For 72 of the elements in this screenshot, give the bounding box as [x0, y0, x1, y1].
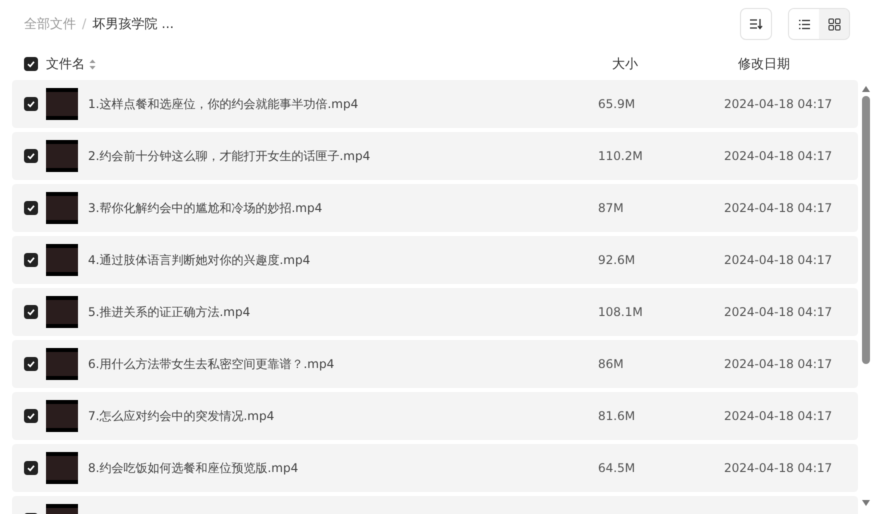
- file-name: 7.怎么应对约会中的突发情况.mp4: [88, 408, 276, 424]
- check-icon: [26, 151, 36, 161]
- check-icon: [26, 411, 36, 421]
- scroll-up-icon[interactable]: [862, 86, 870, 92]
- check-icon: [26, 203, 36, 213]
- file-row[interactable]: 5.推进关系的证正确方法.mp4 108.1M 2024-04-18 04:17: [12, 288, 858, 336]
- file-row[interactable]: 7.怎么应对约会中的突发情况.mp4 81.6M 2024-04-18 04:17: [12, 392, 858, 440]
- modified-date: 2024-04-18 04:17: [724, 149, 832, 163]
- modified-date: 2024-04-18 04:17: [724, 461, 832, 475]
- modified-date: 2024-04-18 04:17: [724, 253, 832, 267]
- file-row[interactable]: 4.通过肢体语言判断她对你的兴趣度.mp4 92.6M 2024-04-18 04:17: [12, 236, 858, 284]
- column-header[interactable]: 修改日期: [738, 55, 790, 73]
- video-thumbnail: [46, 192, 78, 224]
- modified-date: 2024-04-18 04:17: [724, 357, 832, 371]
- grid-view-button[interactable]: [819, 9, 849, 39]
- modified-date: 2024-04-18 04:17: [724, 201, 832, 215]
- file-size: 108.1M: [598, 305, 644, 319]
- checkbox[interactable]: [24, 253, 38, 267]
- file-size: 92.6M: [598, 253, 636, 267]
- file-name: 8.约会吃饭如何选餐和座位预览版.mp4: [88, 460, 300, 476]
- breadcrumb-separator: /: [82, 16, 86, 32]
- video-thumbnail: [46, 88, 78, 120]
- video-thumbnail: [46, 296, 78, 328]
- checkbox[interactable]: [24, 97, 38, 111]
- file-row[interactable]: 3.帮你化解约会中的尴尬和冷场的妙招.mp4 87M 2024-04-18 04:17: [12, 184, 858, 232]
- checkbox[interactable]: [24, 201, 38, 215]
- modified-date: 2024-04-18 04:17: [724, 305, 832, 319]
- file-name: 2.约会前十分钟这么聊，才能打开女生的话匣子.mp4: [88, 148, 372, 164]
- modified-date: 2024-04-18 04:17: [724, 97, 832, 111]
- file-row[interactable]: 1.这样点餐和选座位，你的约会就能事半功倍.mp4 65.9M 2024-04-18 04:17: [12, 80, 858, 128]
- file-size: 65.9M: [598, 97, 636, 111]
- file-size: 110.2M: [598, 149, 644, 163]
- checkbox[interactable]: [24, 461, 38, 475]
- check-icon: [26, 255, 36, 265]
- file-row[interactable]: 6.用什么方法带女生去私密空间更靠谱？.mp4 86M 2024-04-18 04:17: [12, 340, 858, 388]
- video-thumbnail: [46, 348, 78, 380]
- check-icon: [26, 99, 36, 109]
- column-header[interactable]: 大小: [612, 55, 738, 73]
- check-icon: [26, 463, 36, 473]
- sort-button[interactable]: [740, 8, 772, 40]
- video-thumbnail: [46, 452, 78, 484]
- checkbox[interactable]: [24, 305, 38, 319]
- file-size: 87M: [598, 201, 625, 215]
- scrollbar-thumb[interactable]: [862, 96, 870, 364]
- video-thumbnail: [46, 140, 78, 172]
- list-icon: [798, 18, 810, 30]
- file-name: 4.通过肢体语言判断她对你的兴趣度.mp4: [88, 252, 312, 268]
- scroll-down-icon[interactable]: [862, 500, 870, 506]
- file-size: 81.6M: [598, 409, 636, 423]
- file-name: 6.用什么方法带女生去私密空间更靠谱？.mp4: [88, 356, 336, 372]
- file-row[interactable]: 8.约会吃饭如何选餐和座位预览版.mp4 64.5M 2024-04-18 04:17: [12, 444, 858, 492]
- video-thumbnail: [46, 244, 78, 276]
- checkbox[interactable]: [24, 149, 38, 163]
- check-icon: [26, 307, 36, 317]
- file-size: 86M: [598, 357, 625, 371]
- file-name: 3.帮你化解约会中的尴尬和冷场的妙招.mp4: [88, 200, 324, 216]
- checkbox[interactable]: [24, 409, 38, 423]
- file-name: 5.推进关系的证正确方法.mp4: [88, 304, 252, 320]
- column-header[interactable]: 文件名: [46, 55, 85, 73]
- sort-icon: [749, 18, 763, 30]
- checkbox[interactable]: [24, 57, 38, 71]
- checkbox[interactable]: [24, 357, 38, 371]
- breadcrumb-item[interactable]: 坏男孩学院 ...: [92, 15, 174, 33]
- video-thumbnail: [46, 400, 78, 432]
- file-row[interactable]: 2.约会前十分钟这么聊，才能打开女生的话匣子.mp4 110.2M 2024-04-18 04:17: [12, 132, 858, 180]
- check-icon: [26, 359, 36, 369]
- check-icon: [26, 59, 36, 69]
- modified-date: 2024-04-18 04:17: [724, 409, 832, 423]
- sort-icon[interactable]: [89, 58, 96, 70]
- grid-icon: [828, 18, 840, 30]
- file-size: 64.5M: [598, 461, 636, 475]
- file-name: 1.这样点餐和选座位，你的约会就能事半功倍.mp4: [88, 96, 360, 112]
